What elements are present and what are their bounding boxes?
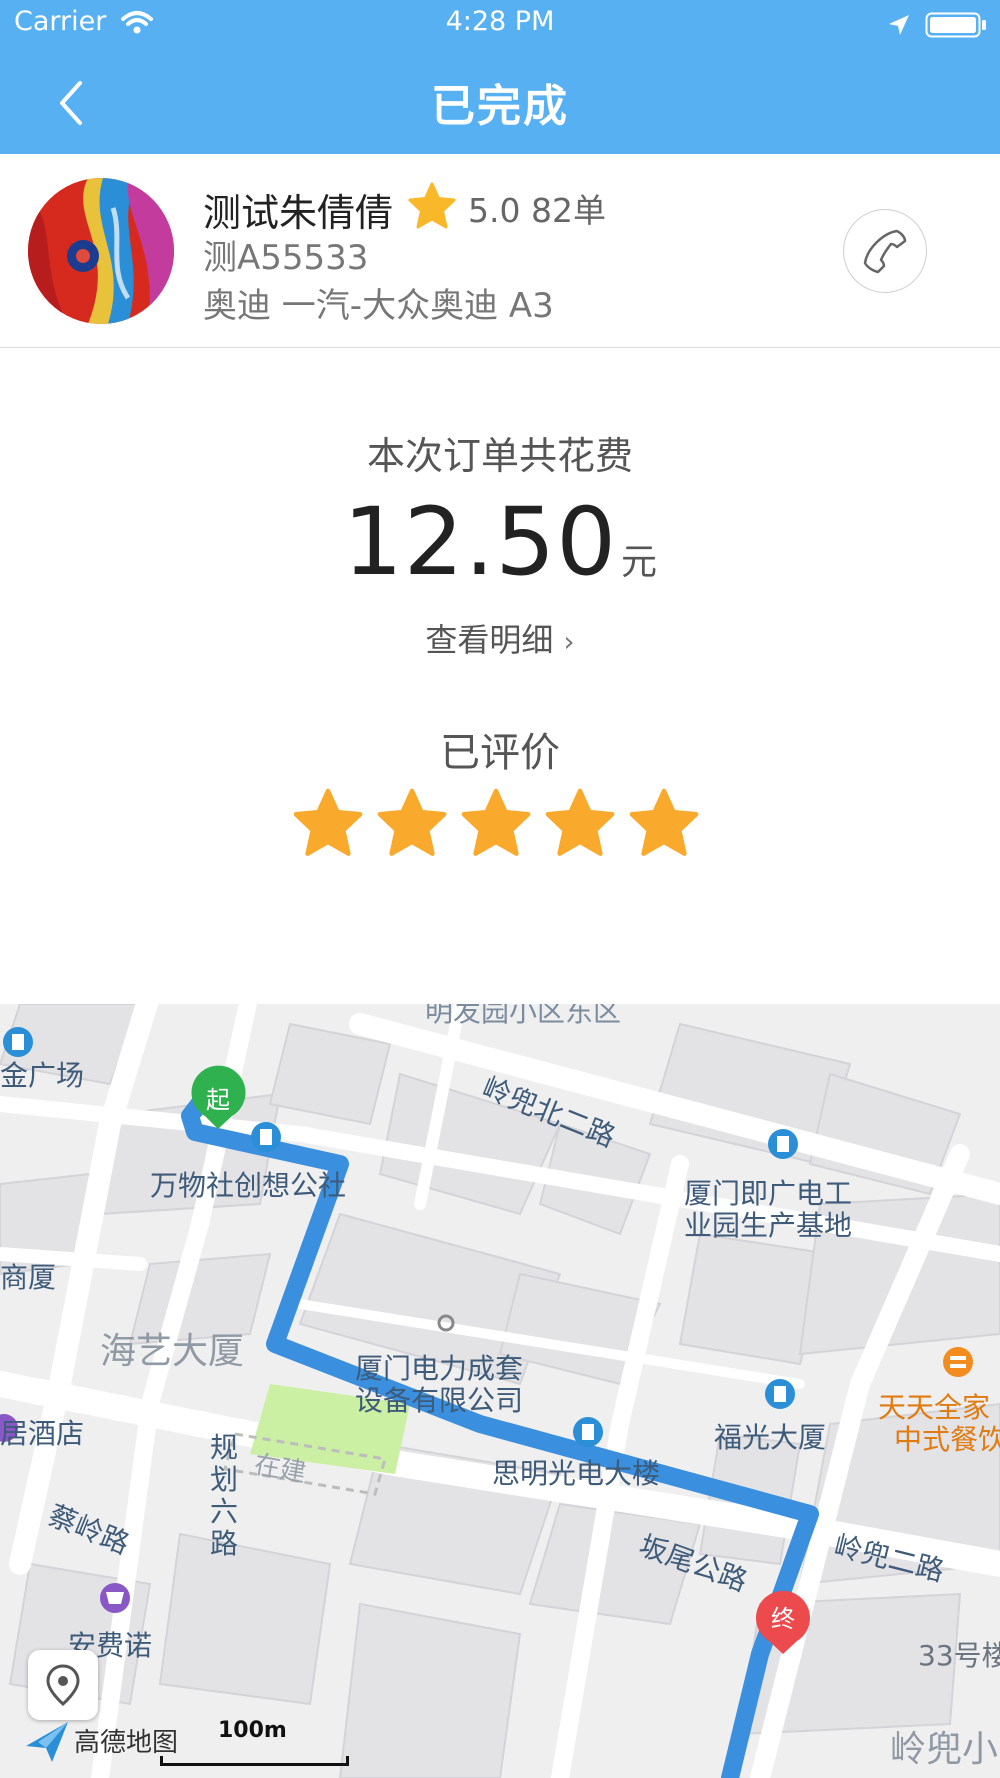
map-label: 居酒店 [0, 1417, 85, 1450]
rating-star-icon [377, 788, 447, 856]
shopping-poi-icon [100, 1583, 130, 1613]
location-arrow-icon [889, 15, 909, 35]
building-poi-icon [251, 1122, 281, 1152]
page-title: 已完成 [431, 81, 569, 132]
map-label: 明发园小区东区 [425, 1004, 622, 1028]
start-marker-label: 起 [206, 1086, 230, 1114]
map-logo-icon [26, 1722, 68, 1762]
end-marker-label: 终 [771, 1605, 795, 1633]
map-label: 海艺大厦 [100, 1331, 245, 1372]
fee-value: 12.50 [342, 488, 618, 597]
map-label: 万物社创想公社 [150, 1169, 347, 1202]
chevron-right-icon: › [563, 625, 575, 658]
driver-card: 测试朱倩倩 5.0 82单 测A55533 奥迪 一汽-大众奥迪 A3 [0, 154, 1000, 348]
map-label: 规划六路 [210, 1431, 239, 1560]
rating-star-icon [545, 788, 615, 856]
status-time: 4:28 PM [445, 6, 555, 37]
map-label: 思明光电大楼 [492, 1457, 661, 1490]
map-scale-bar [160, 1756, 349, 1766]
map-label: 设备有限公司 [355, 1384, 524, 1417]
map-label: 金广场 [0, 1059, 85, 1092]
map-scale-label: 100m [218, 1718, 287, 1743]
map-label: 岭兜小 [890, 1729, 999, 1770]
map-label: 福光大厦 [714, 1421, 827, 1454]
battery-icon [925, 12, 986, 38]
phone-icon [863, 229, 907, 274]
driver-name: 测试朱倩倩 [203, 191, 394, 235]
fee-unit: 元 [621, 542, 658, 583]
building-poi-icon [3, 1027, 33, 1057]
view-detail-link[interactable]: 查看明细 › [0, 615, 1000, 661]
restaurant-poi-icon [943, 1347, 973, 1377]
call-driver-button[interactable] [843, 209, 927, 293]
building-poi-icon [768, 1129, 798, 1159]
review-status: 已评价 [440, 730, 560, 776]
fee-label: 本次订单共花费 [366, 434, 633, 478]
rating-star-icon [461, 788, 531, 856]
location-pin-icon [46, 1664, 80, 1706]
rating-star-icon [629, 788, 699, 856]
building-poi-icon [573, 1417, 603, 1447]
map-logo-text: 高德地图 [74, 1728, 179, 1758]
route-map[interactable]: 明发园小区东区 金广场 岭兜北二路 万物社创想公社 厦门即广电工 业园生产基地 … [0, 1004, 1000, 1778]
building-poi-icon [765, 1379, 795, 1409]
driver-plate: 测A55533 [203, 238, 369, 278]
map-label: 业园生产基地 [684, 1209, 853, 1242]
star-icon [408, 182, 456, 229]
view-detail-label: 查看明细 [425, 621, 554, 659]
driver-rating: 5.0 82单 [468, 191, 606, 230]
rating-star-icon [293, 788, 363, 856]
nav-bar: 已完成 [0, 50, 1000, 154]
map-label: 商厦 [0, 1261, 57, 1294]
driver-car-model: 奥迪 一汽-大众奥迪 A3 [203, 286, 554, 326]
map-label: 中式餐饮 [894, 1423, 1000, 1456]
locate-button[interactable] [28, 1650, 98, 1720]
driver-avatar [28, 178, 174, 324]
fee-amount: 12.50 元 [0, 488, 1000, 597]
rating-stars [290, 785, 710, 865]
status-bar: Carrier 4:28 PM [0, 0, 1000, 50]
map-label: 33号楼 [918, 1639, 1000, 1672]
